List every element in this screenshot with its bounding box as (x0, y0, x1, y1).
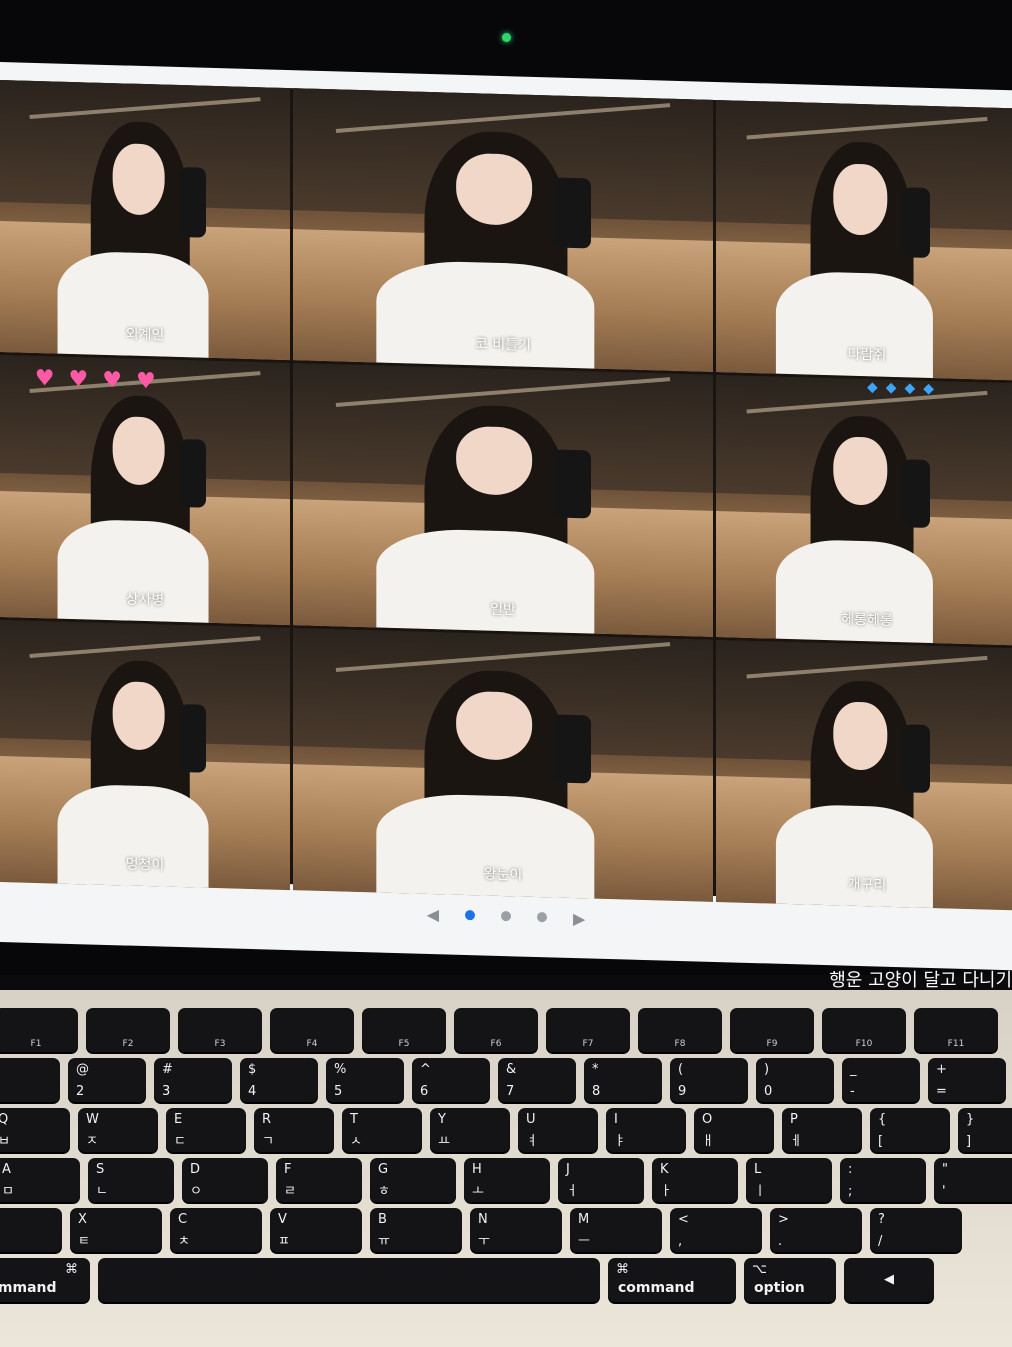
keyboard-key[interactable]: }] (958, 1108, 1012, 1152)
keyboard-key[interactable]: ) 0 (756, 1058, 834, 1102)
function-key[interactable]: F8 (638, 1008, 722, 1052)
keyboard-key[interactable]: Kㅏ (652, 1158, 738, 1202)
keyboard-key[interactable]: Xㅌ (70, 1208, 162, 1252)
keyboard-key[interactable]: Aㅁ (0, 1158, 80, 1202)
page-dot-2[interactable] (501, 910, 511, 922)
keyboard-key[interactable]: ~ (0, 1058, 60, 1102)
keyboard-key[interactable]: Tㅅ (342, 1108, 422, 1152)
hearts-icon: ♥♥♥♥ (34, 366, 170, 396)
filter-tile[interactable]: ♥♥♥♥ 상사병 (0, 355, 290, 626)
option-key[interactable]: ⌥ option (744, 1258, 836, 1302)
function-key[interactable]: F9 (730, 1008, 814, 1052)
keyboard-key[interactable]: Zㅋ (0, 1208, 62, 1252)
keyboard-key[interactable]: Fㄹ (276, 1158, 362, 1202)
page-dot-1[interactable] (465, 909, 475, 921)
keyboard-key[interactable]: " ' (934, 1158, 1012, 1202)
keyboard-key[interactable]: Oㅐ (694, 1108, 774, 1152)
keyboard-key[interactable]: Bㅠ (370, 1208, 462, 1252)
function-key[interactable]: F11 (914, 1008, 998, 1052)
filter-tile[interactable]: ◆◆◆◆ 헤롱헤롱 (716, 374, 1012, 646)
shift-key-row: ZㅋXㅌCㅊVㅍBㅠNㅜMㅡ<,>.?/ (0, 1208, 962, 1252)
keyboard-key[interactable]: & 7 (498, 1058, 576, 1102)
keyboard-key[interactable]: >. (770, 1208, 862, 1252)
keyboard-key[interactable]: + = (928, 1058, 1006, 1102)
keyboard-key[interactable]: Uㅕ (518, 1108, 598, 1152)
keyboard-key[interactable]: Cㅊ (170, 1208, 262, 1252)
previous-page-icon[interactable]: ◀ (427, 904, 439, 923)
function-key[interactable]: F10 (822, 1008, 906, 1052)
keyboard-key[interactable]: <, (670, 1208, 762, 1252)
keyboard-key[interactable]: Wㅈ (78, 1108, 158, 1152)
keyboard-key[interactable]: ? / (870, 1208, 962, 1252)
keyboard-deck: F1F2F3F4F5F6F7F8F9F10F11 ~@2#3$4%5^6&7*8… (0, 990, 1012, 1347)
keyboard-key[interactable]: Yㅛ (430, 1108, 510, 1152)
keyboard-key[interactable]: Jㅓ (558, 1158, 644, 1202)
keyboard-key[interactable]: :; (840, 1158, 926, 1202)
keyboard-key[interactable]: Pㅔ (782, 1108, 862, 1152)
number-key-row: ~@2#3$4%5^6&7*8(9)0_-+= (0, 1058, 1006, 1102)
keyboard-key[interactable]: Iㅑ (606, 1108, 686, 1152)
function-key[interactable]: F6 (454, 1008, 538, 1052)
keyboard-key[interactable]: {[ (870, 1108, 950, 1152)
camera-indicator-light (502, 33, 511, 42)
filter-tile[interactable]: 다람쥐 (716, 99, 1012, 381)
keyboard-key[interactable]: Hㅗ (464, 1158, 550, 1202)
keyboard-key[interactable]: (9 (670, 1058, 748, 1102)
spinning-birds-icon: ◆◆◆◆ (867, 379, 943, 398)
keyboard-key[interactable]: Vㅍ (270, 1208, 362, 1252)
page-dot-3[interactable] (537, 911, 547, 923)
next-page-icon[interactable]: ▶ (573, 909, 585, 928)
left-arrow-key[interactable]: ◀ (844, 1258, 934, 1302)
keyboard-key[interactable]: Mㅡ (570, 1208, 662, 1252)
function-key[interactable]: F2 (86, 1008, 170, 1052)
keyboard-key[interactable]: % 5 (326, 1058, 404, 1102)
keyboard-key[interactable]: * 8 (584, 1058, 662, 1102)
keyboard-key[interactable]: Eㄷ (166, 1108, 246, 1152)
keyboard-key[interactable]: Nㅜ (470, 1208, 562, 1252)
function-key[interactable]: F7 (546, 1008, 630, 1052)
function-key-row: F1 F2 F3 F4 F5 F6 F7 F8 F9 F10 F11 (0, 1008, 998, 1052)
story-caption: 행운 고양이 달고 다니기 (829, 970, 1012, 991)
modifier-key-row: ⌘ command ⌘ command ⌥ option ◀ (0, 1258, 934, 1302)
keyboard-key[interactable]: Lㅣ (746, 1158, 832, 1202)
function-key[interactable]: F5 (362, 1008, 446, 1052)
keyboard-key[interactable]: $4 (240, 1058, 318, 1102)
filter-tile[interactable]: 코 비틀기 (293, 88, 713, 372)
filter-grid: 외계인 코 비틀기 다람쥐 ♥♥♥♥ 상사병 일반 ◆◆◆◆ 헤롱헤롱 멍청이 … (0, 80, 1012, 911)
keyboard-key[interactable]: Gㅎ (370, 1158, 456, 1202)
filter-tile[interactable]: 왕눈이 (293, 628, 713, 902)
qwerty-key-row: Q ㅂ W ㅈ E ㄷ R ㄱ T ㅅ Y ㅛ U ㅕ I ㅑ O ㅐ P ㅔ{[}] (0, 1108, 1012, 1152)
right-command-key[interactable]: ⌘ command (608, 1258, 736, 1302)
function-key[interactable]: F4 (270, 1008, 354, 1052)
keyboard-key[interactable]: Qㅂ (0, 1108, 70, 1152)
filter-tile[interactable]: 외계인 (0, 80, 290, 361)
keyboard-key[interactable]: ^ 6 (412, 1058, 490, 1102)
space-bar[interactable] (98, 1258, 600, 1302)
keyboard-key[interactable]: Dㅇ (182, 1158, 268, 1202)
home-key-row: A ㅁ S ㄴ D ㅇ F ㄹ G ㅎ H ㅗ J ㅓ K ㅏ L ㅣ:; " ' (0, 1158, 1012, 1202)
keyboard-key[interactable]: Sㄴ (88, 1158, 174, 1202)
filter-tile[interactable]: 멍청이 (0, 620, 290, 891)
left-command-key[interactable]: ⌘ command (0, 1258, 90, 1302)
keyboard-key[interactable]: @2 (68, 1058, 146, 1102)
laptop-screen: 외계인 코 비틀기 다람쥐 ♥♥♥♥ 상사병 일반 ◆◆◆◆ 헤롱헤롱 멍청이 … (0, 62, 1012, 971)
keyboard-key[interactable]: Rㄱ (254, 1108, 334, 1152)
keyboard-key[interactable]: #3 (154, 1058, 232, 1102)
function-key[interactable]: F1 (0, 1008, 78, 1052)
function-key[interactable]: F3 (178, 1008, 262, 1052)
filter-tile[interactable]: 개구리 (716, 639, 1012, 911)
filter-tile[interactable]: 일반 (293, 363, 713, 637)
keyboard-key[interactable]: _ - (842, 1058, 920, 1102)
